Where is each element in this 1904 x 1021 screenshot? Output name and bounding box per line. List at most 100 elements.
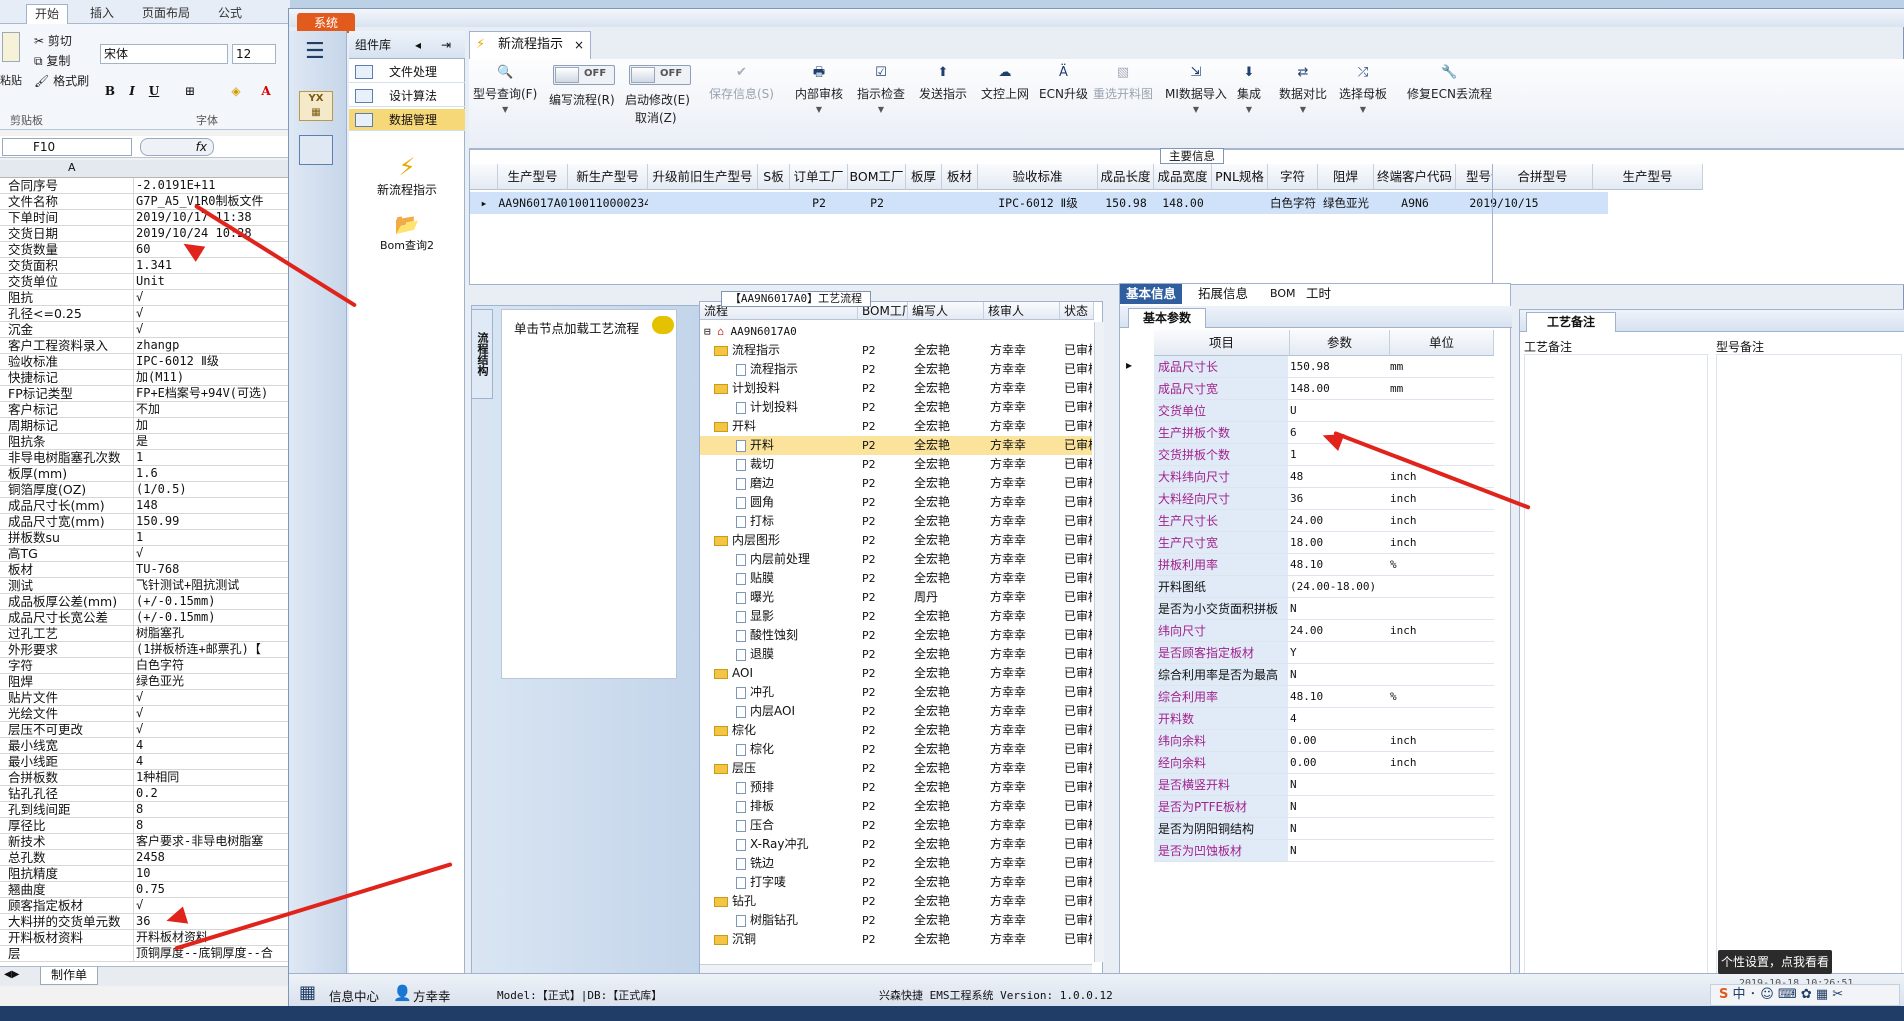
param-row[interactable]: 综合利用率 48.10%: [1154, 686, 1494, 708]
cell-a[interactable]: 孔到线间距: [8, 802, 134, 817]
cell-b[interactable]: (1/0.5): [136, 482, 290, 497]
tree-row[interactable]: 显影 P2 全宏艳 方幸幸 已审核: [700, 607, 1092, 626]
reselect-cut-drawing-button[interactable]: ▧ 重选开料图: [1093, 65, 1153, 102]
column-header[interactable]: 编写人: [908, 302, 984, 320]
cell-a[interactable]: 层: [8, 946, 134, 961]
cell-a[interactable]: 过孔工艺: [8, 626, 134, 641]
tree-row[interactable]: AOI P2 全宏艳 方幸幸 已审核: [700, 664, 1092, 683]
param-row[interactable]: 拼板利用率 48.10%: [1154, 554, 1494, 576]
font-name-select[interactable]: 宋体: [100, 44, 228, 64]
cell-b[interactable]: 1种相同: [136, 770, 290, 785]
cell-b[interactable]: 1.6: [136, 466, 290, 481]
cell-a[interactable]: 顾客指定板材: [8, 898, 134, 913]
cell-a[interactable]: 合拼板数: [8, 770, 134, 785]
tree-row[interactable]: 曝光 P2 周丹 方幸幸 已审核: [700, 588, 1092, 607]
cell-a[interactable]: 交货单位: [8, 274, 134, 289]
cell-b[interactable]: (1拼板桥连+邮票孔)【: [136, 642, 290, 657]
fill-color-icon[interactable]: ◈: [226, 80, 246, 100]
cell-b[interactable]: 1: [136, 530, 290, 545]
main-info-cell[interactable]: 10011000023416: [568, 192, 648, 214]
cell-a[interactable]: 成品尺寸长(mm): [8, 498, 134, 513]
param-value[interactable]: Y: [1290, 642, 1386, 664]
tree-row[interactable]: 流程指示 P2 全宏艳 方幸幸 已审核: [700, 341, 1092, 360]
param-value[interactable]: 18.00: [1290, 532, 1386, 554]
calculator-icon[interactable]: [299, 135, 333, 165]
main-info-cell[interactable]: AA9N6017A0: [498, 192, 568, 214]
cell-a[interactable]: 成品尺寸长宽公差: [8, 610, 134, 625]
column-header[interactable]: 板材: [942, 164, 978, 190]
cell-a[interactable]: 板厚(mm): [8, 466, 134, 481]
back-icon[interactable]: ◂: [415, 31, 421, 59]
column-header[interactable]: 成品宽度: [1154, 164, 1212, 190]
tab-home[interactable]: 开始: [26, 4, 69, 24]
paste-button[interactable]: 粘贴: [0, 72, 22, 88]
cell-a[interactable]: 钻孔孔径: [8, 786, 134, 801]
tab-page-layout[interactable]: 页面布局: [134, 4, 198, 24]
column-header[interactable]: 成品长度: [1098, 164, 1154, 190]
cell-a[interactable]: 光绘文件: [8, 706, 134, 721]
tree-row[interactable]: X-Ray冲孔 P2 全宏艳 方幸幸 已审核: [700, 835, 1092, 854]
cell-b[interactable]: 白色字符: [136, 658, 290, 673]
cell-a[interactable]: 交货面积: [8, 258, 134, 273]
tree-row[interactable]: 树脂钻孔 P2 全宏艳 方幸幸 已审核: [700, 911, 1092, 930]
cell-b[interactable]: 树脂塞孔: [136, 626, 290, 641]
cell-b[interactable]: 客户要求-非导电树脂塞: [136, 834, 290, 849]
param-row[interactable]: 是否顾客指定板材 Y: [1154, 642, 1494, 664]
function-icon[interactable]: fx: [140, 138, 214, 156]
cell-b[interactable]: 1: [136, 450, 290, 465]
cell-b[interactable]: 8: [136, 802, 290, 817]
sheet-tab-production[interactable]: 制作单: [40, 967, 99, 985]
main-info-cell[interactable]: [1212, 192, 1268, 214]
param-row[interactable]: 交货拼板个数 1: [1154, 444, 1494, 466]
component-data-management[interactable]: 数据管理: [349, 109, 465, 131]
cut-button[interactable]: ✂ 剪切: [34, 32, 72, 49]
param-row[interactable]: 大料经向尺寸 36 inch: [1154, 488, 1494, 510]
column-header[interactable]: 终端客户代码: [1374, 164, 1456, 190]
cell-a[interactable]: FP标记类型: [8, 386, 134, 401]
param-value[interactable]: 150.98: [1290, 356, 1386, 378]
cell-b[interactable]: (+/-0.15mm): [136, 594, 290, 609]
publish-online-button[interactable]: ☁ 文控上网: [981, 65, 1029, 102]
integrate-button[interactable]: ⬇ 集成 ▼: [1237, 65, 1261, 116]
main-info-cell[interactable]: [942, 192, 978, 214]
cell-b[interactable]: FP+E档案号+94V(可选): [136, 386, 290, 401]
cell-b[interactable]: zhangp: [136, 338, 290, 353]
param-value[interactable]: 148.00: [1290, 378, 1386, 400]
component-file-processing[interactable]: 文件处理: [349, 61, 465, 83]
main-info-cell[interactable]: 白色字符: [1268, 192, 1318, 214]
cell-a[interactable]: 阻抗条: [8, 434, 134, 449]
vertical-scrollbar[interactable]: [1094, 322, 1104, 962]
cell-a[interactable]: 板材: [8, 562, 134, 577]
param-value[interactable]: 48: [1290, 466, 1386, 488]
param-value[interactable]: 24.00: [1290, 510, 1386, 532]
cell-b[interactable]: 绿色亚光: [136, 674, 290, 689]
tree-row[interactable]: 层压 P2 全宏艳 方幸幸 已审核: [700, 759, 1092, 778]
system-menu-button[interactable]: 系统: [297, 13, 355, 33]
main-info-cell[interactable]: 150.98: [1098, 192, 1154, 214]
save-info-button[interactable]: ✔ 保存信息(S): [709, 65, 774, 102]
cell-b[interactable]: 2019/10/24 10:28: [136, 226, 290, 241]
main-info-cell[interactable]: P2: [848, 192, 906, 214]
param-value[interactable]: U: [1290, 400, 1386, 422]
cell-b[interactable]: IPC-6012 Ⅱ级: [136, 354, 290, 369]
cell-a[interactable]: 厚径比: [8, 818, 134, 833]
cell-a[interactable]: 周期标记: [8, 418, 134, 433]
tree-row[interactable]: 打标 P2 全宏艳 方幸幸 已审核: [700, 512, 1092, 531]
tree-row[interactable]: 开料 P2 全宏艳 方幸幸 已审核: [700, 436, 1092, 455]
param-value[interactable]: N: [1290, 598, 1386, 620]
column-header[interactable]: 状态: [1060, 302, 1094, 320]
tab-extended-info[interactable]: 拓展信息: [1192, 284, 1254, 304]
format-painter-button[interactable]: 🖌 格式刷: [34, 72, 89, 89]
column-header[interactable]: 阻焊: [1318, 164, 1374, 190]
main-info-cell[interactable]: A9N6: [1374, 192, 1456, 214]
param-row[interactable]: 是否横竖开料 N: [1154, 774, 1494, 796]
column-header[interactable]: 板厚: [906, 164, 942, 190]
column-header[interactable]: 项目: [1154, 330, 1290, 356]
tree-row[interactable]: 内层AOI P2 全宏艳 方幸幸 已审核: [700, 702, 1092, 721]
cell-b[interactable]: 加: [136, 418, 290, 433]
cell-a[interactable]: 最小线宽: [8, 738, 134, 753]
cell-a[interactable]: 成品板厚公差(mm): [8, 594, 134, 609]
column-header[interactable]: PNL规格: [1212, 164, 1268, 190]
tree-row[interactable]: 计划投料 P2 全宏艳 方幸幸 已审核: [700, 398, 1092, 417]
param-value[interactable]: N: [1290, 796, 1386, 818]
